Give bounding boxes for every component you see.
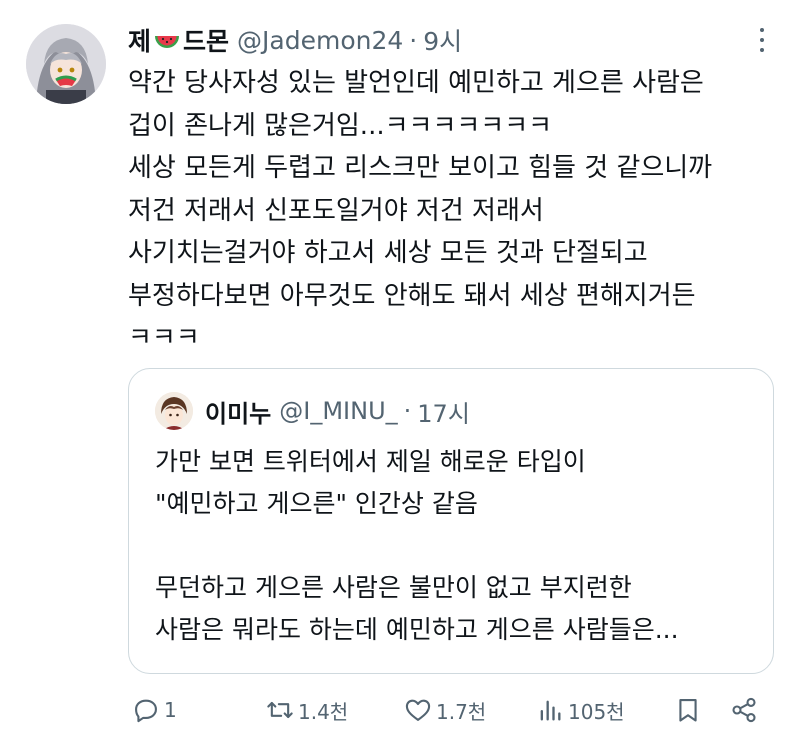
- action-bar: 1 1.4천 1.7천 105천: [128, 690, 778, 730]
- quote-header: 이미누 @I_MINU_ · 17시: [155, 391, 470, 431]
- tweet[interactable]: 제 드몬 @Jademon24 · 9시 약간 당사자성 있는 발언인데 예민하…: [0, 0, 800, 732]
- tweet-text: 약간 당사자성 있는 발언인데 예민하고 게으른 사람은 겁이 존나게 많은거임…: [128, 62, 778, 360]
- quote-line: [155, 525, 755, 567]
- quote-author-name[interactable]: 이미누: [205, 394, 271, 429]
- tweet-line: 저건 저래서 신포도일거야 저건 저래서: [128, 195, 544, 226]
- author-avatar[interactable]: [26, 24, 106, 104]
- quote-text: 가만 보면 트위터에서 제일 해로운 타입이 "예민하고 게으른" 인간상 같음…: [155, 441, 755, 651]
- separator-dot: ·: [409, 25, 418, 55]
- tweet-line: 부정하다보면 아무것도 안해도 돼서 세상 편해지거든: [128, 280, 696, 311]
- watermelon-icon: [152, 25, 182, 55]
- reply-button[interactable]: 1: [132, 690, 177, 730]
- reply-count: 1: [164, 698, 177, 722]
- tweet-line: 약간 당사자성 있는 발언인데 예민하고 게으른 사람은: [128, 68, 704, 98]
- bookmark-icon: [679, 699, 697, 722]
- retweet-button[interactable]: 1.4천: [266, 690, 348, 730]
- author-handle[interactable]: @Jademon24: [237, 26, 403, 55]
- quote-line: 사람은 뭐라도 하는데 예민하고 게으른 사람들은...: [155, 615, 679, 644]
- quote-line: "예민하고 게으른" 인간상 같음: [155, 489, 478, 518]
- author-name-suffix: 드몬: [183, 27, 230, 56]
- retweet-icon: [267, 701, 293, 719]
- quote-line: 무던하고 게으른 사람은 불만이 없고 부지런한: [155, 573, 632, 602]
- quote-author-avatar[interactable]: [155, 392, 193, 430]
- views-icon: [540, 700, 561, 721]
- quote-line: 가만 보면 트위터에서 제일 해로운 타입이: [155, 447, 586, 476]
- reply-icon: [135, 699, 157, 723]
- bookmark-button[interactable]: [674, 690, 702, 730]
- more-options-icon[interactable]: [750, 28, 774, 52]
- tweet-header: 제 드몬 @Jademon24 · 9시: [128, 18, 462, 62]
- like-button[interactable]: 1.7천: [404, 690, 486, 730]
- tweet-time[interactable]: 9시: [423, 22, 462, 58]
- quote-time[interactable]: 17시: [417, 394, 470, 429]
- author-name[interactable]: 제 드몬: [128, 22, 229, 58]
- share-button[interactable]: [730, 690, 758, 730]
- views-count: 105천: [568, 699, 625, 724]
- heart-icon: [405, 699, 431, 721]
- separator-dot: ·: [403, 397, 412, 425]
- share-icon: [732, 697, 756, 723]
- quote-author-handle[interactable]: @I_MINU_: [279, 397, 397, 425]
- quoted-tweet[interactable]: 이미누 @I_MINU_ · 17시 가만 보면 트위터에서 제일 해로운 타입…: [128, 368, 774, 674]
- like-count: 1.7천: [436, 699, 487, 724]
- tweet-line: 세상 모든게 두렵고 리스크만 보이고 힘들 것 같으니까: [128, 153, 713, 183]
- tweet-line: ㅋㅋㅋ: [128, 323, 200, 353]
- author-name-prefix: 제: [128, 27, 152, 56]
- views-button[interactable]: 105천: [536, 690, 625, 730]
- tweet-line: 사기치는걸거야 하고서 세상 모든 것과 단절되고: [128, 238, 648, 268]
- tweet-line: 겁이 존나게 많은거임...ㅋㅋㅋㅋㅋㅋㅋ: [128, 110, 553, 141]
- retweet-count: 1.4천: [298, 699, 349, 724]
